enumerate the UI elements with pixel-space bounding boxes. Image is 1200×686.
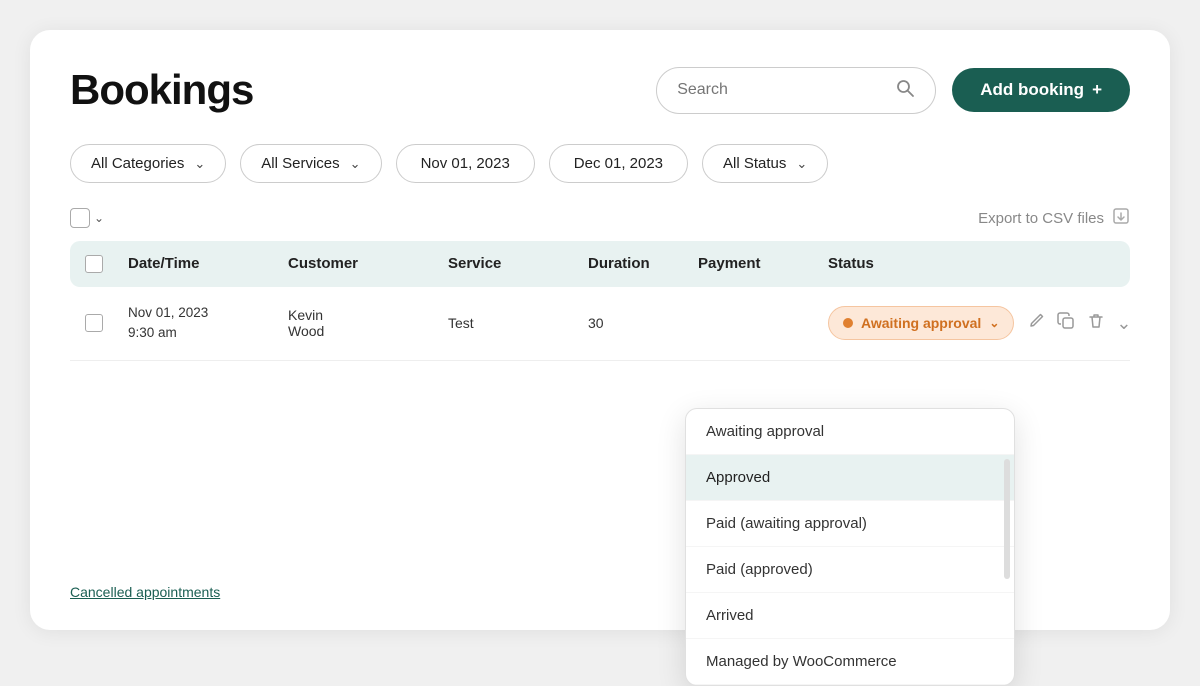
status-filter[interactable]: All Status ⌄ (702, 144, 828, 183)
dropdown-scrollbar (1004, 459, 1010, 579)
status-option-approved[interactable]: Approved (686, 455, 1014, 501)
date-from-label: Nov 01, 2023 (421, 155, 510, 172)
table-row: Nov 01, 20239:30 am KevinWood Test 30 Aw… (70, 287, 1130, 361)
add-booking-button[interactable]: Add booking + (952, 68, 1130, 112)
search-icon (895, 78, 915, 103)
cancelled-appointments-link[interactable]: Cancelled appointments (70, 584, 220, 600)
status-current-label: Awaiting approval (861, 315, 981, 331)
toolbar-row: ⌄ Export to CSV files (70, 207, 1130, 229)
row-checkbox (70, 314, 118, 332)
chevron-down-icon: ⌄ (796, 156, 807, 172)
date-to-label: Dec 01, 2023 (574, 155, 663, 172)
services-filter[interactable]: All Services ⌄ (240, 144, 381, 183)
row-duration: 30 (578, 315, 688, 331)
page-title: Bookings (70, 66, 253, 114)
status-dropdown-trigger[interactable]: Awaiting approval ⌄ (828, 306, 1014, 340)
expand-icon[interactable]: ⌄ (1116, 313, 1131, 334)
table-header: Date/Time Customer Service Duration Paym… (70, 241, 1130, 287)
export-icon (1112, 207, 1130, 229)
th-customer: Customer (278, 255, 438, 273)
th-duration: Duration (578, 255, 688, 273)
chevron-down-icon: ⌄ (989, 316, 999, 330)
export-label: Export to CSV files (978, 210, 1104, 227)
add-icon: + (1092, 80, 1102, 100)
main-card: Bookings Add booking + All Categories ⌄ (30, 30, 1170, 630)
categories-filter[interactable]: All Categories ⌄ (70, 144, 226, 183)
select-all-group: ⌄ (70, 208, 104, 228)
row-datetime: Nov 01, 20239:30 am (118, 303, 278, 344)
header-right: Add booking + (656, 67, 1130, 114)
search-box[interactable] (656, 67, 936, 114)
th-payment: Payment (688, 255, 818, 273)
export-csv-button[interactable]: Export to CSV files (978, 207, 1130, 229)
copy-icon[interactable] (1056, 311, 1076, 336)
date-from-filter[interactable]: Nov 01, 2023 (396, 144, 535, 183)
page-header: Bookings Add booking + (70, 66, 1130, 114)
row-customer: KevinWood (278, 307, 438, 339)
header-checkbox[interactable] (85, 255, 103, 273)
chevron-down-icon[interactable]: ⌄ (94, 211, 104, 225)
th-checkbox (70, 255, 118, 273)
th-datetime: Date/Time (118, 255, 278, 273)
row-service: Test (438, 315, 578, 331)
chevron-down-icon: ⌄ (194, 156, 205, 172)
row-actions: ⌄ (1026, 311, 1141, 336)
status-option-awaiting-approval[interactable]: Awaiting approval (686, 409, 1014, 455)
add-booking-label: Add booking (980, 80, 1084, 100)
status-option-arrived[interactable]: Arrived (686, 593, 1014, 639)
status-label: All Status (723, 155, 786, 172)
status-dot (843, 318, 853, 328)
select-all-checkbox[interactable] (70, 208, 90, 228)
services-label: All Services (261, 155, 339, 172)
row-select-checkbox[interactable] (85, 314, 103, 332)
status-option-woocommerce[interactable]: Managed by WooCommerce (686, 639, 1014, 685)
categories-label: All Categories (91, 155, 184, 172)
edit-icon[interactable] (1026, 311, 1046, 336)
th-status: Status (818, 255, 1130, 273)
search-input[interactable] (677, 81, 887, 99)
delete-icon[interactable] (1086, 311, 1106, 336)
th-service: Service (438, 255, 578, 273)
status-option-paid-approved[interactable]: Paid (approved) (686, 547, 1014, 593)
chevron-down-icon: ⌄ (350, 156, 361, 172)
status-dropdown-menu: Awaiting approval Approved Paid (awaitin… (685, 408, 1015, 686)
status-option-paid-awaiting[interactable]: Paid (awaiting approval) (686, 501, 1014, 547)
date-to-filter[interactable]: Dec 01, 2023 (549, 144, 688, 183)
row-status-cell: Awaiting approval ⌄ (818, 306, 1151, 340)
filters-row: All Categories ⌄ All Services ⌄ Nov 01, … (70, 144, 1130, 183)
